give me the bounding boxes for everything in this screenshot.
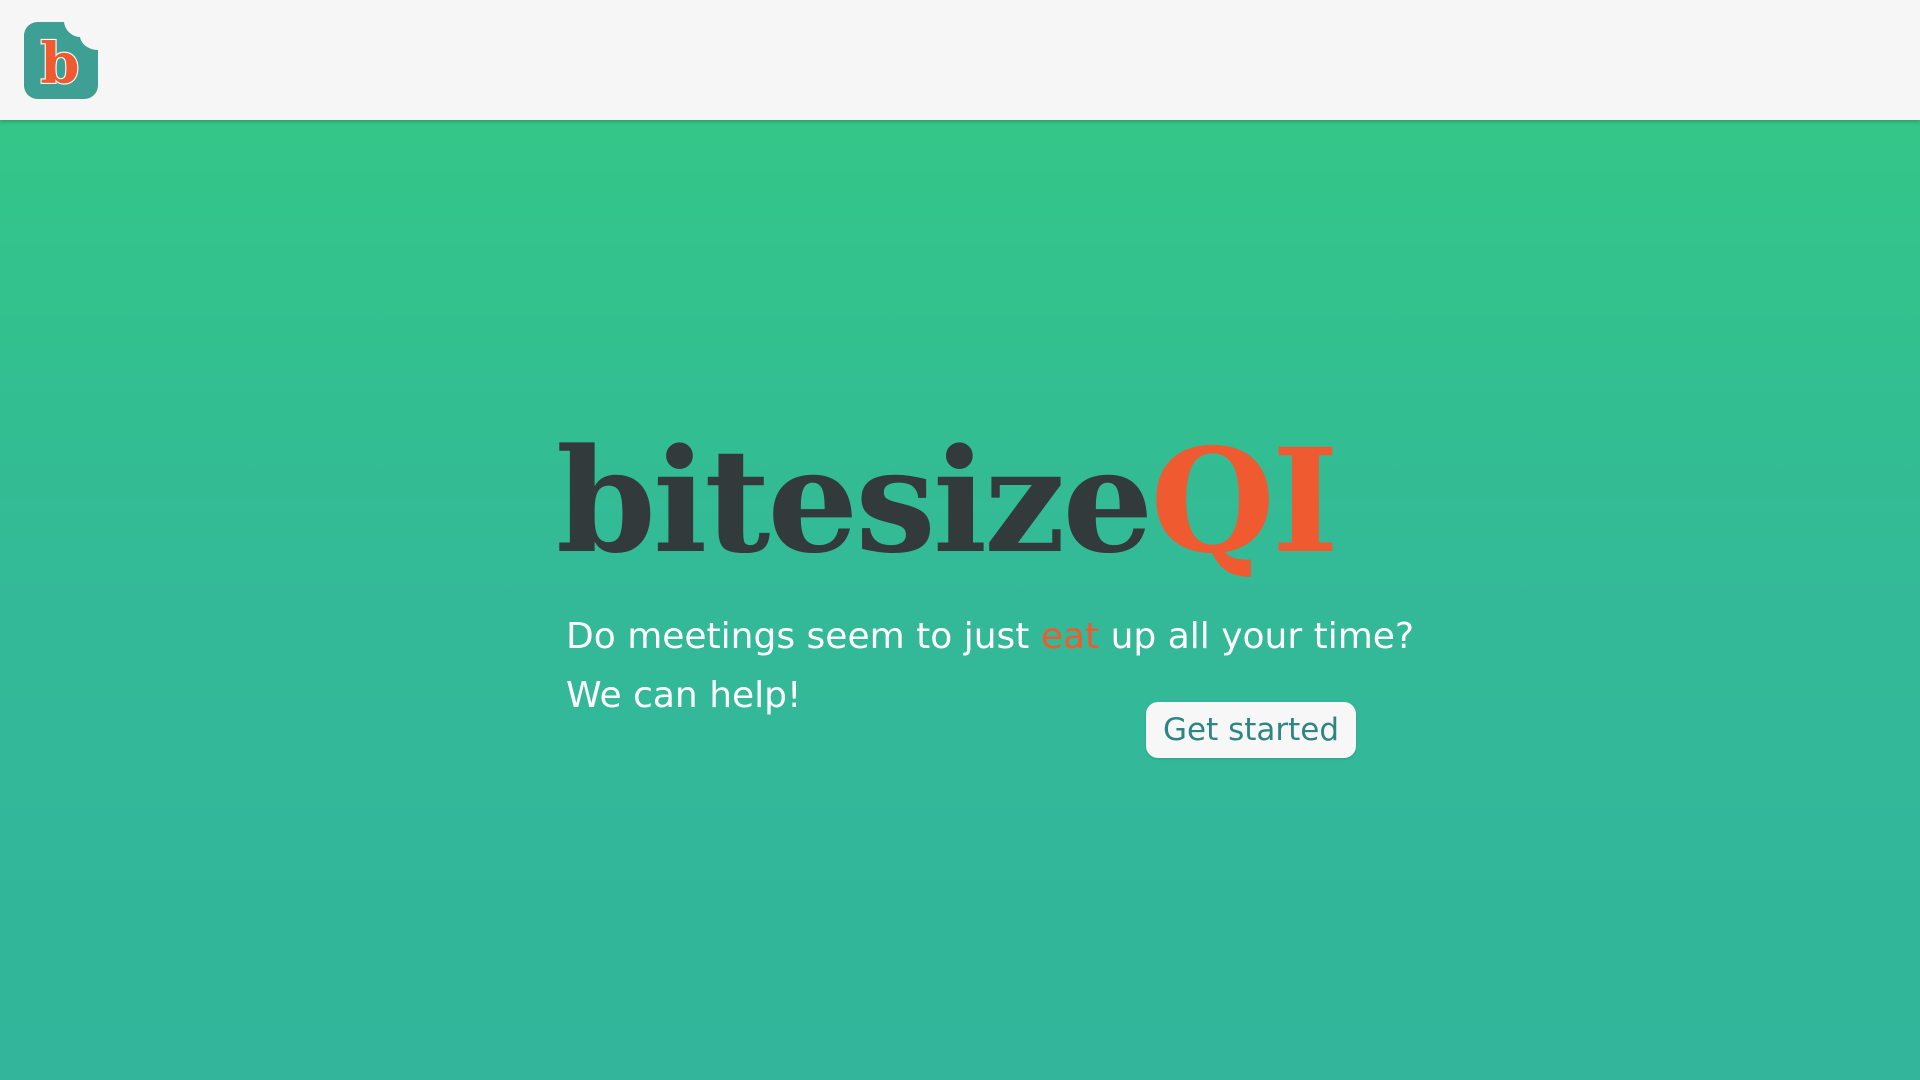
get-started-button[interactable]: Get started (1146, 702, 1356, 758)
tagline-accent-word: eat (1040, 616, 1100, 657)
tagline-line1-start: Do meetings seem to just (566, 616, 1041, 657)
brand-title: bitesizeQI (556, 430, 1339, 573)
tagline-line1-end: up all your time? (1099, 616, 1415, 657)
top-navigation-bar: b (0, 0, 1920, 120)
bitten-b-logo-icon: b (24, 22, 98, 99)
tagline-line2: We can help! (566, 675, 802, 716)
brand-name-primary: bitesize (556, 417, 1153, 585)
logo-letter: b (40, 31, 79, 97)
brand-name-accent: QI (1150, 417, 1338, 585)
home-logo-link[interactable]: b (24, 22, 98, 99)
hero-section (0, 120, 1920, 1080)
